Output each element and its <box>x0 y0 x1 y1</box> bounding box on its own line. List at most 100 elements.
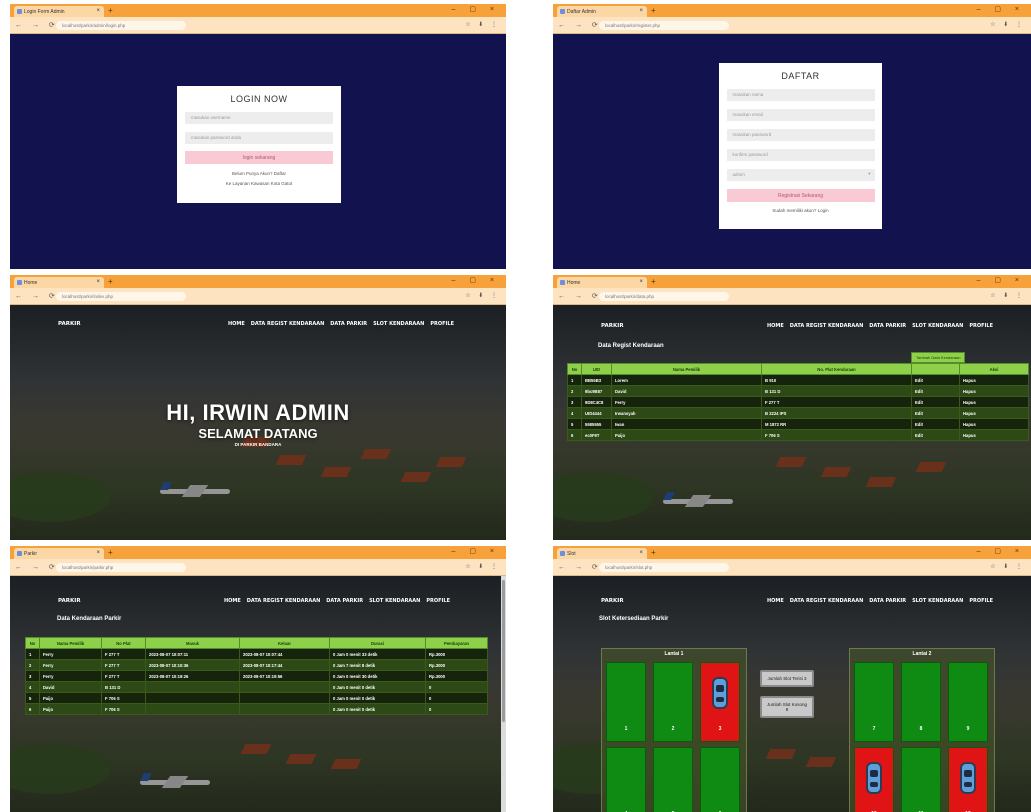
nav-data-parkir[interactable]: DATA PARKIR <box>326 598 363 604</box>
delete-button[interactable]: Hapus <box>959 429 1029 441</box>
parking-slot[interactable]: 4 <box>606 747 646 812</box>
url-input[interactable]: localhost/parkir/data.php <box>599 292 729 301</box>
parking-slot-occupied[interactable]: 3 <box>700 662 740 742</box>
close-icon[interactable]: × <box>96 8 100 14</box>
close-icon[interactable]: × <box>639 550 643 556</box>
role-select[interactable]: admin ▾ <box>726 169 875 181</box>
nav-slot[interactable]: SLOT KENDARAAN <box>369 598 420 604</box>
nav-arrows-icon[interactable]: ← → ⟳ <box>558 563 602 571</box>
close-icon[interactable]: × <box>96 550 100 556</box>
browser-tab[interactable]: Home × <box>557 277 647 288</box>
parking-slot[interactable]: 1 <box>606 662 646 742</box>
username-input[interactable]: masukan username <box>185 112 333 124</box>
toolbar-icons[interactable]: ☆ ⬇ ⋮ <box>465 563 500 570</box>
delete-button[interactable]: Hapus <box>959 374 1029 386</box>
window-controls[interactable]: – ▢ × <box>452 5 500 13</box>
login-link[interactable]: Sudah memiliki akun? Login <box>719 208 882 213</box>
new-tab-icon[interactable]: + <box>651 6 656 15</box>
nav-arrows-icon[interactable]: ← → ⟳ <box>15 292 59 300</box>
window-controls[interactable]: – ▢ × <box>452 547 500 555</box>
url-input[interactable]: localhost/parkir/parkir.php <box>56 563 186 572</box>
edit-button[interactable]: Edit <box>911 374 960 386</box>
scrollbar[interactable] <box>501 576 506 812</box>
nav-arrows-icon[interactable]: ← → ⟳ <box>558 21 602 29</box>
empty-count-button[interactable]: Jumlah Slot Kosong 9 <box>760 696 814 718</box>
occupied-count-button[interactable]: Jumlah Slot Terisi 3 <box>760 670 814 687</box>
nav-profile[interactable]: PROFILE <box>969 323 993 329</box>
nav-home[interactable]: HOME <box>767 323 784 329</box>
url-input[interactable]: localhost/parkir/register.php <box>599 21 729 30</box>
new-tab-icon[interactable]: + <box>108 277 113 286</box>
confirm-password-input[interactable]: konfirm password <box>726 149 875 161</box>
register-button[interactable]: Registrasi Sekarang <box>726 189 875 202</box>
nav-slot[interactable]: SLOT KENDARAAN <box>912 323 963 329</box>
parking-slot-occupied[interactable]: 10 <box>854 747 894 812</box>
nav-arrows-icon[interactable]: ← → ⟳ <box>15 563 59 571</box>
brand-logo[interactable]: PARKIR <box>601 323 624 329</box>
browser-tab[interactable]: Home × <box>14 277 104 288</box>
password-input[interactable]: masukan password anda <box>185 132 333 144</box>
toolbar-icons[interactable]: ☆ ⬇ ⋮ <box>990 292 1025 299</box>
parking-slot[interactable]: 9 <box>948 662 988 742</box>
parking-slot[interactable]: 2 <box>653 662 693 742</box>
add-vehicle-button[interactable]: Tambah Data Kendaraan <box>911 352 966 363</box>
browser-tab[interactable]: Parkir × <box>14 548 104 559</box>
edit-button[interactable]: Edit <box>911 407 960 419</box>
nav-data-regist[interactable]: DATA REGIST KENDARAAN <box>790 598 864 604</box>
password-input[interactable]: masukan password <box>726 129 875 141</box>
delete-button[interactable]: Hapus <box>959 407 1029 419</box>
parking-slot[interactable]: 6 <box>700 747 740 812</box>
brand-logo[interactable]: PARKIR <box>58 321 81 327</box>
close-icon[interactable]: × <box>96 279 100 285</box>
nav-profile[interactable]: PROFILE <box>426 598 450 604</box>
window-controls[interactable]: – ▢ × <box>977 547 1025 555</box>
nav-arrows-icon[interactable]: ← → ⟳ <box>15 21 59 29</box>
register-link[interactable]: Belum Punya Akun? Daftar <box>177 171 341 176</box>
toolbar-icons[interactable]: ☆ ⬇ ⋮ <box>990 21 1025 28</box>
browser-tab[interactable]: Slot × <box>557 548 647 559</box>
edit-button[interactable]: Edit <box>911 385 960 397</box>
nav-slot[interactable]: SLOT KENDARAAN <box>912 598 963 604</box>
nav-data-regist[interactable]: DATA REGIST KENDARAAN <box>251 321 325 327</box>
url-input[interactable]: localhost/parkir/slot.php <box>599 563 729 572</box>
new-tab-icon[interactable]: + <box>108 6 113 15</box>
toolbar-icons[interactable]: ☆ ⬇ ⋮ <box>990 563 1025 570</box>
edit-button[interactable]: Edit <box>911 396 960 408</box>
window-controls[interactable]: – ▢ × <box>452 276 500 284</box>
delete-button[interactable]: Hapus <box>959 396 1029 408</box>
window-controls[interactable]: – ▢ × <box>977 5 1025 13</box>
parking-slot[interactable]: 7 <box>854 662 894 742</box>
brand-logo[interactable]: PARKIR <box>58 598 81 604</box>
new-tab-icon[interactable]: + <box>108 548 113 557</box>
nav-profile[interactable]: PROFILE <box>430 321 454 327</box>
browser-tab[interactable]: Daftar Admin × <box>557 6 647 17</box>
email-input[interactable]: masukan email <box>726 109 875 121</box>
login-button[interactable]: login sekarang <box>185 151 333 164</box>
name-input[interactable]: masukan nama <box>726 89 875 101</box>
nav-data-regist[interactable]: DATA REGIST KENDARAAN <box>247 598 321 604</box>
nav-data-parkir[interactable]: DATA PARKIR <box>869 598 906 604</box>
nav-home[interactable]: HOME <box>224 598 241 604</box>
edit-button[interactable]: Edit <box>911 429 960 441</box>
delete-button[interactable]: Hapus <box>959 418 1029 430</box>
brand-logo[interactable]: PARKIR <box>601 598 624 604</box>
parking-slot[interactable]: 11 <box>901 747 941 812</box>
window-controls[interactable]: – ▢ × <box>977 276 1025 284</box>
browser-tab[interactable]: Login Form Admin × <box>14 6 104 17</box>
nav-data-parkir[interactable]: DATA PARKIR <box>330 321 367 327</box>
toolbar-icons[interactable]: ☆ ⬇ ⋮ <box>465 292 500 299</box>
parking-slot[interactable]: 8 <box>901 662 941 742</box>
nav-slot[interactable]: SLOT KENDARAAN <box>373 321 424 327</box>
nav-arrows-icon[interactable]: ← → ⟳ <box>558 292 602 300</box>
nav-home[interactable]: HOME <box>767 598 784 604</box>
nav-data-parkir[interactable]: DATA PARKIR <box>869 323 906 329</box>
delete-button[interactable]: Hapus <box>959 385 1029 397</box>
edit-button[interactable]: Edit <box>911 418 960 430</box>
url-input[interactable]: localhost/parkir/admin/login.php <box>56 21 186 30</box>
nav-profile[interactable]: PROFILE <box>969 598 993 604</box>
close-icon[interactable]: × <box>639 8 643 14</box>
toolbar-icons[interactable]: ☆ ⬇ ⋮ <box>465 21 500 28</box>
new-tab-icon[interactable]: + <box>651 277 656 286</box>
guest-link[interactable]: Ke Layanan Kawasan Kota Gatot <box>177 181 341 186</box>
nav-data-regist[interactable]: DATA REGIST KENDARAAN <box>790 323 864 329</box>
